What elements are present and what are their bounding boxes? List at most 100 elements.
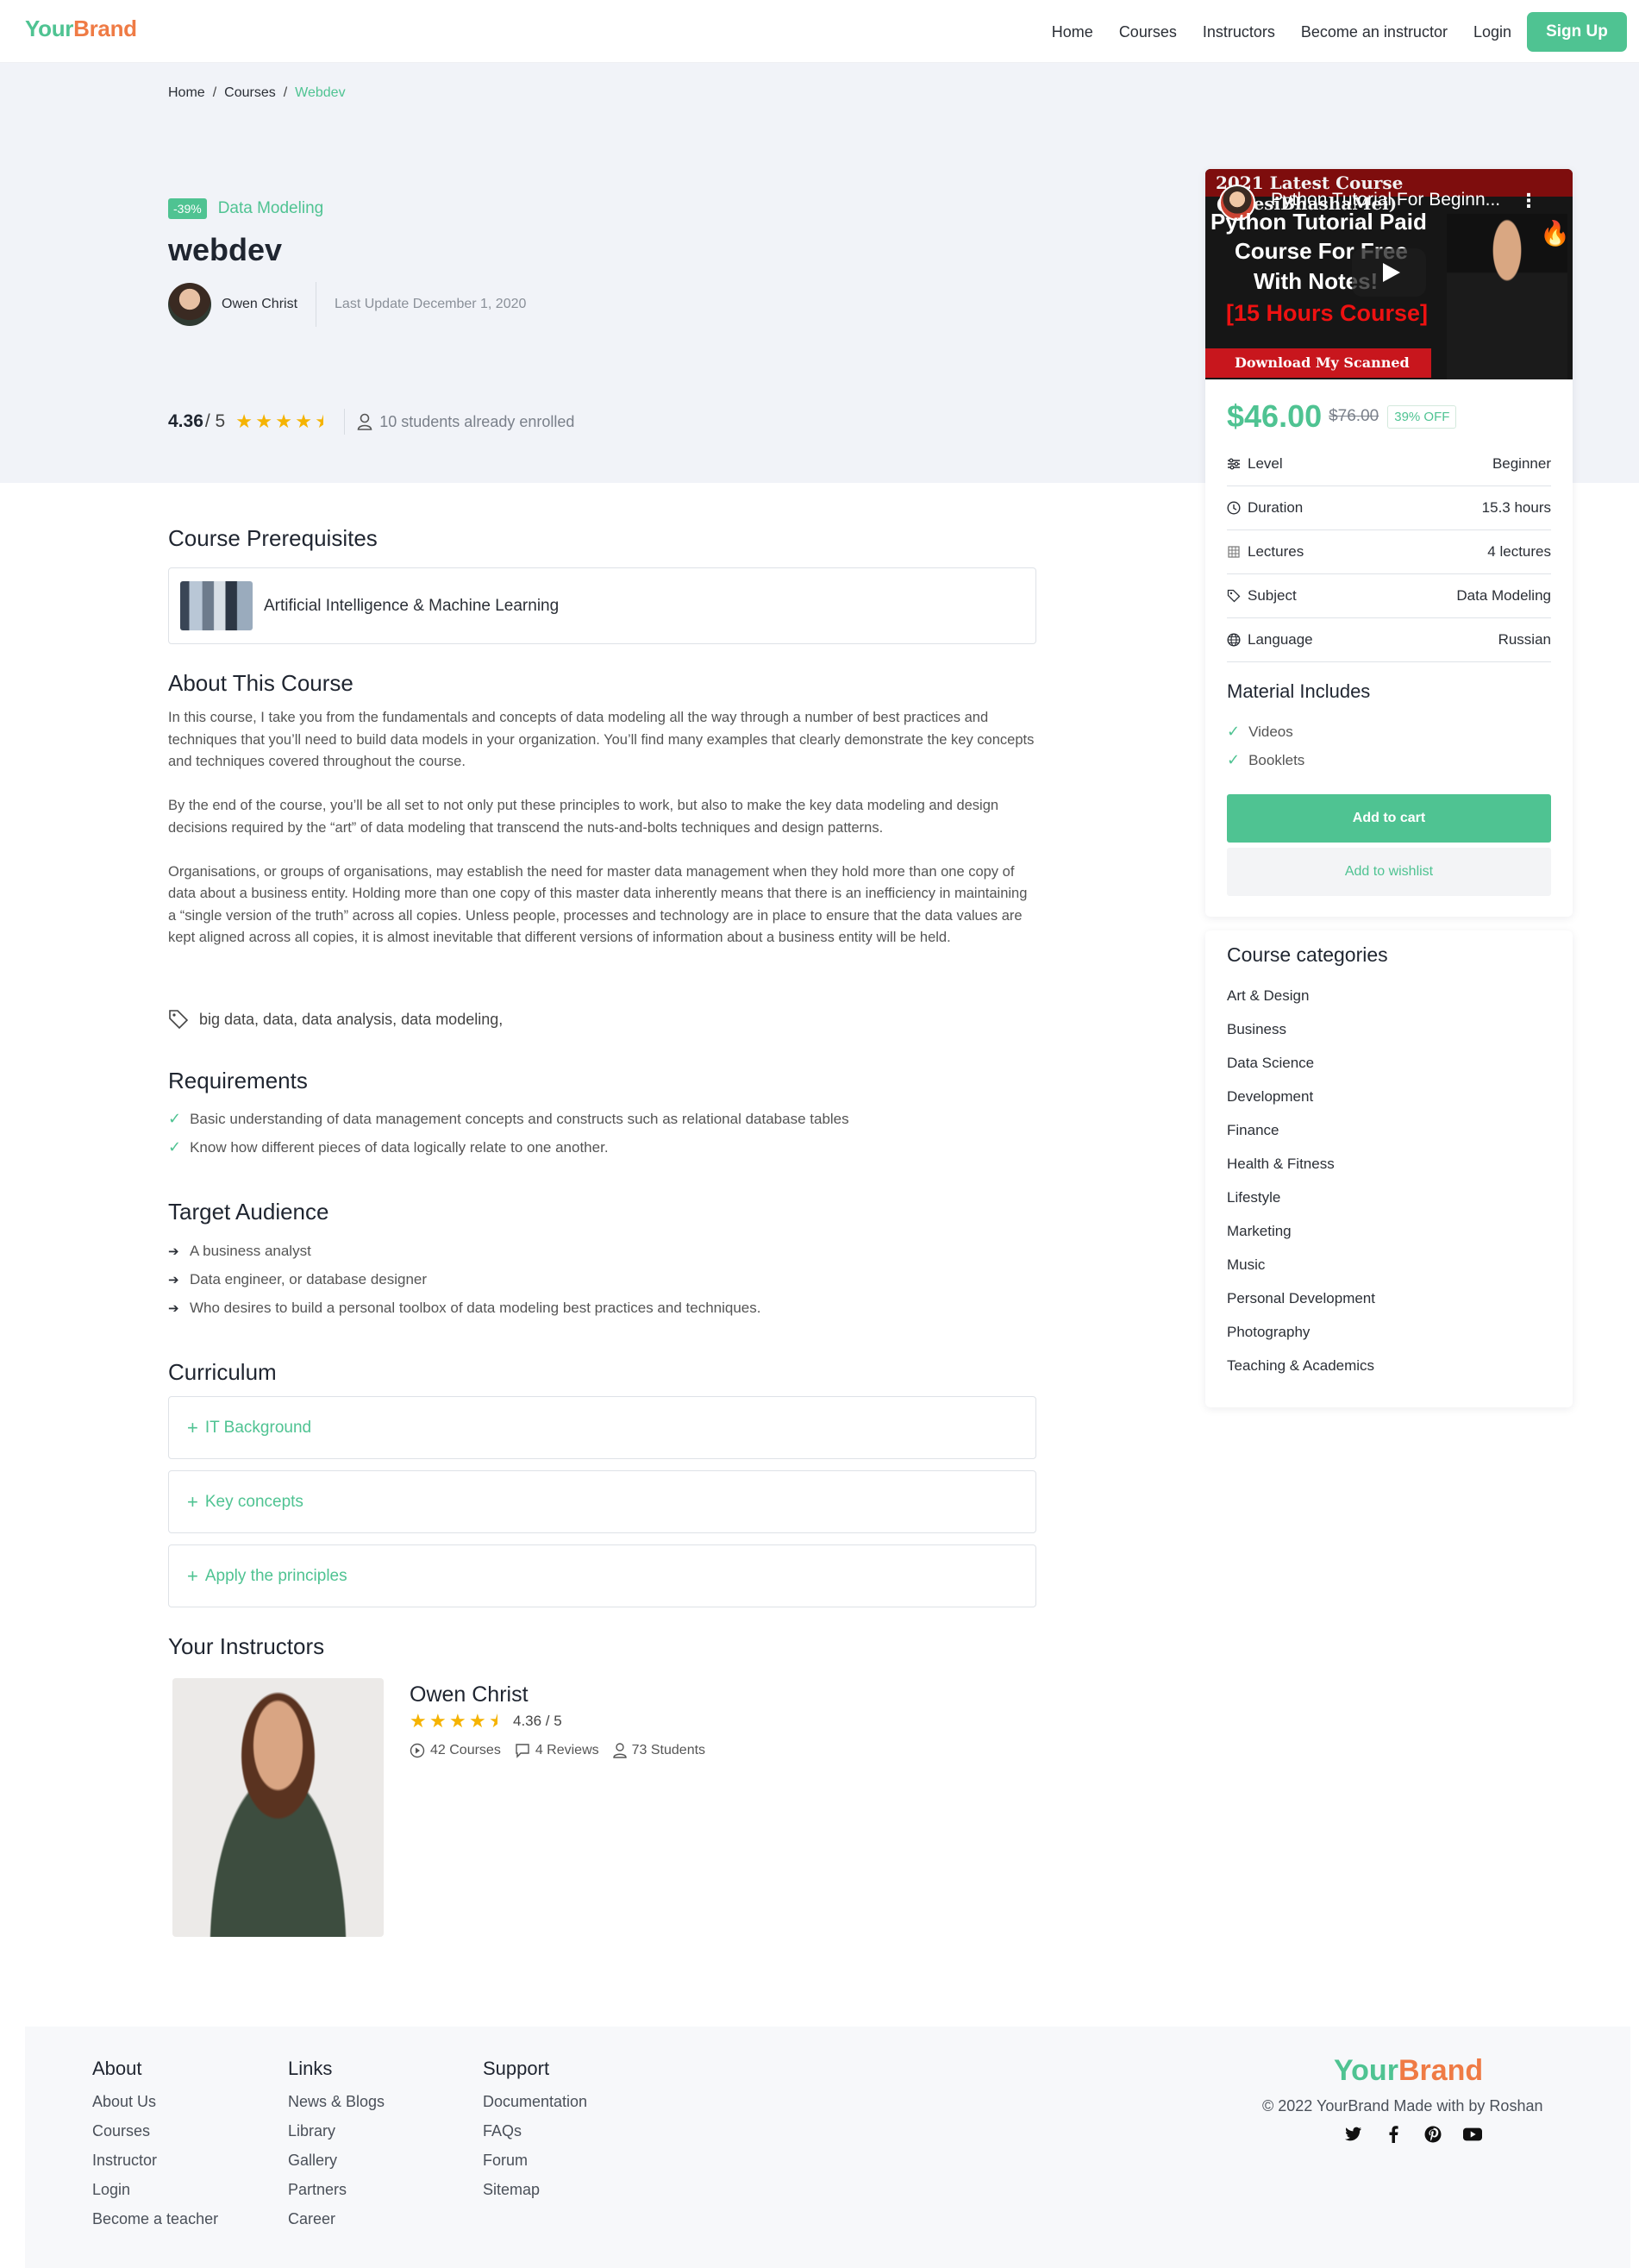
instructor-reviews: 4 Reviews [515, 1743, 599, 1758]
about-paragraph: In this course, I take you from the fund… [168, 710, 1035, 769]
info-value: 4 lectures [1487, 543, 1551, 560]
youtube-icon[interactable] [1463, 2125, 1482, 2144]
footer-link[interactable]: Courses [92, 2116, 218, 2146]
user-icon [357, 413, 372, 430]
info-subject: Subject Data Modeling [1227, 574, 1551, 618]
instructor-stats: 42 Courses 4 Reviews 73 Students [410, 1743, 705, 1758]
audience-text: Data engineer, or database designer [190, 1270, 428, 1287]
footer-link[interactable]: About Us [92, 2087, 218, 2116]
footer-link[interactable]: FAQs [483, 2116, 587, 2146]
footer-link[interactable]: Sitemap [483, 2175, 587, 2204]
signup-button[interactable]: Sign Up [1527, 12, 1627, 52]
reviews-count: 4 Reviews [535, 1743, 599, 1757]
category-link[interactable]: Finance [1227, 1113, 1375, 1147]
add-to-wishlist-button[interactable]: Add to wishlist [1227, 848, 1551, 896]
footer-link[interactable]: Become a teacher [92, 2204, 218, 2234]
category-link[interactable]: Lifestyle [1227, 1181, 1375, 1214]
play-circle-icon [410, 1743, 425, 1758]
footer-link[interactable]: Partners [288, 2175, 385, 2204]
material-label: Videos [1248, 723, 1293, 740]
info-duration: Duration 15.3 hours [1227, 486, 1551, 530]
tags-text[interactable]: big data, data, data analysis, data mode… [199, 1011, 503, 1029]
play-button-icon[interactable] [1352, 248, 1426, 297]
category-link[interactable]: Business [1227, 1012, 1375, 1046]
material-item: ✓ Videos [1227, 717, 1304, 746]
course-info-list: Level Beginner Duration 15.3 hours Lectu… [1227, 442, 1551, 662]
add-to-cart-button[interactable]: Add to cart [1227, 794, 1551, 843]
off-badge: 39% OFF [1387, 404, 1457, 429]
subject-link[interactable]: Data Modeling [218, 199, 324, 218]
footer-logo[interactable]: YourBrand [1334, 2054, 1483, 2088]
info-value: Beginner [1492, 455, 1551, 472]
brand-logo[interactable]: YourBrand [25, 16, 137, 42]
nav-become-instructor[interactable]: Become an instructor [1301, 12, 1448, 52]
breadcrumb-current: Webdev [295, 85, 346, 100]
divider [344, 409, 346, 435]
category-link[interactable]: Data Science [1227, 1046, 1375, 1080]
star-icon: ★ [469, 1710, 486, 1732]
info-level: Level Beginner [1227, 442, 1551, 486]
footer-link[interactable]: Career [288, 2204, 385, 2234]
curriculum-section[interactable]: + IT Background [168, 1396, 1036, 1459]
pinterest-icon[interactable] [1423, 2125, 1442, 2144]
category-link[interactable]: Art & Design [1227, 979, 1375, 1012]
sliders-icon [1228, 458, 1240, 470]
breadcrumb-home[interactable]: Home [168, 85, 205, 100]
category-link[interactable]: Development [1227, 1080, 1375, 1113]
footer-link[interactable]: Documentation [483, 2087, 587, 2116]
about-paragraph: Organisations, or groups of organisation… [168, 863, 1028, 946]
info-value: 15.3 hours [1481, 499, 1551, 516]
footer-link[interactable]: Gallery [288, 2146, 385, 2175]
breadcrumb-courses[interactable]: Courses [224, 85, 276, 100]
category-link[interactable]: Photography [1227, 1315, 1375, 1349]
facebook-icon[interactable] [1384, 2125, 1403, 2144]
nav-login[interactable]: Login [1473, 12, 1511, 52]
more-options-icon[interactable]: ⋮ [1519, 190, 1538, 212]
footer-link[interactable]: Library [288, 2116, 385, 2146]
purchase-card: 2021 Latest Course (#DesiBhashaMei) Pyth… [1205, 169, 1573, 917]
instructors-heading: Your Instructors [168, 1633, 325, 1659]
instructor-avatar[interactable] [168, 283, 211, 326]
instructor-photo[interactable] [172, 1678, 384, 1937]
nav-home[interactable]: Home [1052, 12, 1093, 52]
check-icon: ✓ [168, 1110, 182, 1127]
footer-link[interactable]: Login [92, 2175, 218, 2204]
logo-part-2: Brand [1398, 2054, 1484, 2087]
nav-courses[interactable]: Courses [1119, 12, 1177, 52]
category-link[interactable]: Health & Fitness [1227, 1147, 1375, 1181]
breadcrumb-separator: / [283, 85, 288, 100]
material-list: ✓ Videos ✓ Booklets [1227, 717, 1304, 774]
rating-of: / 5 [204, 411, 226, 431]
footer-link[interactable]: Forum [483, 2146, 587, 2175]
nav-instructors[interactable]: Instructors [1203, 12, 1275, 52]
footer-link[interactable]: Instructor [92, 2146, 218, 2175]
category-link[interactable]: Music [1227, 1248, 1375, 1281]
instructor-name[interactable]: Owen Christ [410, 1682, 529, 1707]
footer-support-column: Support Documentation FAQs Forum Sitemap [483, 2058, 587, 2204]
globe-icon [1227, 633, 1241, 647]
instructor-rating: ★ ★ ★ ★ ★ 4.36 / 5 [410, 1710, 562, 1732]
category-link[interactable]: Personal Development [1227, 1281, 1375, 1315]
instructor-name[interactable]: Owen Christ [222, 282, 317, 327]
logo-part-1: Your [25, 16, 74, 41]
prerequisite-thumbnail [180, 581, 253, 630]
prerequisites-heading: Course Prerequisites [168, 525, 378, 551]
footer-link[interactable]: News & Blogs [288, 2087, 385, 2116]
check-icon: ✓ [1227, 751, 1241, 768]
plus-icon: + [187, 1564, 198, 1587]
video-title[interactable]: Python Tutorial For Beginn... [1271, 190, 1500, 210]
plus-icon: + [187, 1416, 198, 1438]
info-language: Language Russian [1227, 618, 1551, 662]
star-icon: ★ [295, 410, 312, 432]
prerequisite-course[interactable]: Artificial Intelligence & Machine Learni… [168, 567, 1036, 644]
category-link[interactable]: Teaching & Academics [1227, 1349, 1375, 1382]
courses-count: 42 Courses [430, 1743, 501, 1757]
course-preview-video[interactable]: 2021 Latest Course (#DesiBhashaMei) Pyth… [1205, 169, 1573, 379]
curriculum-section[interactable]: + Apply the principles [168, 1544, 1036, 1607]
twitter-icon[interactable] [1344, 2125, 1363, 2144]
arrow-right-icon: ➔ [168, 1272, 179, 1287]
category-link[interactable]: Marketing [1227, 1214, 1375, 1248]
requirement-item: ✓ Know how different pieces of data logic… [168, 1133, 849, 1162]
instructor-courses: 42 Courses [410, 1743, 501, 1758]
curriculum-section[interactable]: + Key concepts [168, 1470, 1036, 1533]
